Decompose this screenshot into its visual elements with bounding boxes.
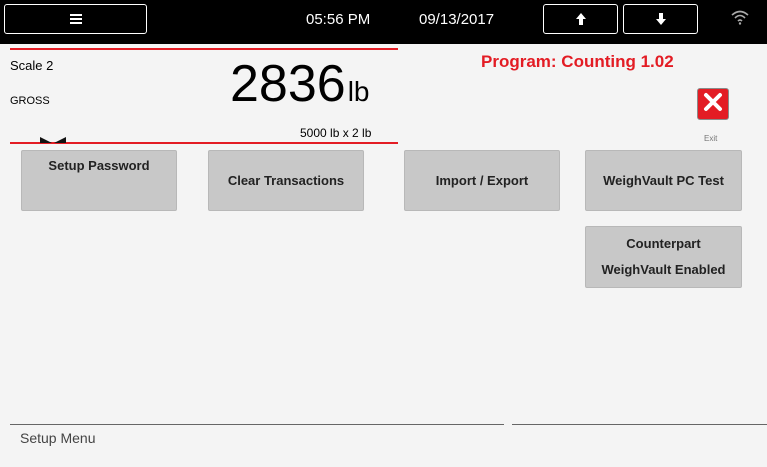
weight-value: 2836: [230, 55, 346, 113]
arrow-up-icon: [575, 12, 587, 26]
wifi-icon: [730, 9, 750, 30]
menu-title: Setup Menu: [20, 430, 96, 446]
clear-transactions-button[interactable]: Clear Transactions: [208, 150, 364, 211]
weight-display-bottom-rule: [10, 142, 398, 144]
counterpart-weighvault-button[interactable]: Counterpart WeighVault Enabled: [585, 226, 742, 288]
setup-password-button[interactable]: Setup Password: [21, 150, 177, 211]
program-title: Program: Counting 1.02: [481, 52, 674, 71]
setup-password-label: Setup Password: [48, 158, 150, 173]
weigh-mode-label: GROSS: [10, 95, 50, 107]
clear-transactions-label: Clear Transactions: [227, 173, 345, 188]
exit-label: Exit: [704, 134, 718, 143]
weighvault-pc-test-label: WeighVault PC Test: [603, 173, 724, 188]
footer-divider-left: [10, 424, 504, 425]
weight-display-top-rule: [10, 48, 398, 50]
footer-divider-right: [512, 424, 767, 425]
scale-name: Scale 2: [10, 58, 54, 73]
weight-readout: 2836lb: [230, 58, 369, 110]
scale-capacity: 5000 lb x 2 lb: [300, 126, 372, 140]
clock-time: 05:56 PM: [306, 11, 371, 28]
close-icon: [703, 92, 723, 117]
exit-button[interactable]: [697, 88, 729, 120]
weight-unit: lb: [347, 76, 370, 107]
menu-button[interactable]: [4, 4, 147, 34]
weighvault-enabled-label: WeighVault Enabled: [601, 262, 726, 277]
hamburger-icon: [69, 13, 83, 25]
arrow-down-icon: [655, 12, 667, 26]
clock-date: 09/13/2017: [419, 11, 495, 28]
scroll-up-button[interactable]: [543, 4, 618, 34]
scroll-down-button[interactable]: [623, 4, 698, 34]
weighvault-pc-test-button[interactable]: WeighVault PC Test: [585, 150, 742, 211]
center-of-zero-icon: [40, 132, 66, 150]
import-export-label: Import / Export: [435, 173, 529, 188]
counterpart-label: Counterpart: [626, 236, 701, 251]
import-export-button[interactable]: Import / Export: [404, 150, 560, 211]
status-bar: 05:56 PM 09/13/2017: [0, 0, 767, 44]
